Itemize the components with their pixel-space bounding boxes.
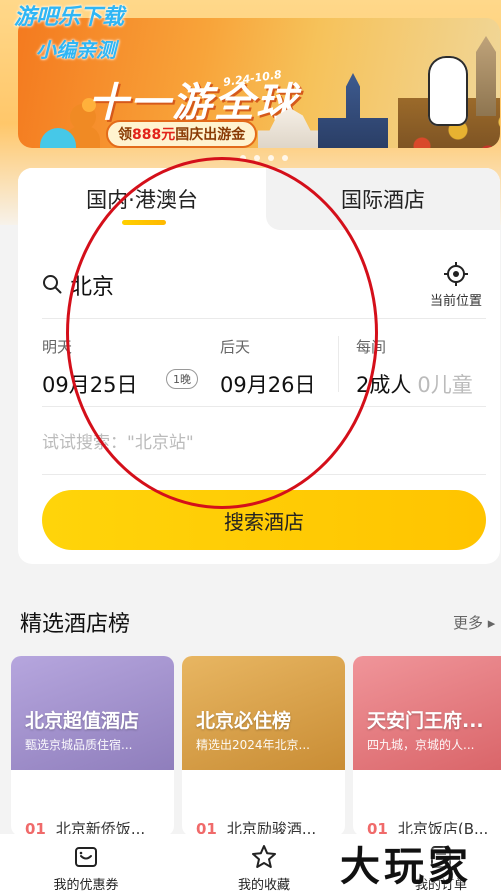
- promo-coupon-pill[interactable]: 领888元国庆出游金: [106, 120, 258, 148]
- children-count: 0儿童: [417, 373, 473, 397]
- checkout-date: 09月26日: [220, 373, 316, 397]
- ranking-card-subtitle: 四九城，京城的人...: [367, 738, 475, 752]
- checkin-date: 09月25日: [42, 373, 138, 397]
- nights-badge: 1晚: [166, 369, 198, 389]
- divider: [42, 318, 486, 319]
- pagination-dot: [268, 155, 274, 161]
- checkout-label: 后天: [220, 338, 251, 356]
- ranking-card-title: 天安门王府...: [367, 710, 484, 732]
- ranking-section-title: 精选酒店榜: [20, 612, 131, 637]
- guests-value: 2成人 0儿童: [356, 369, 473, 399]
- current-location-label[interactable]: 当前位置: [430, 290, 482, 309]
- guests-label: 每间: [356, 338, 387, 356]
- ranking-card-subtitle: 精选出2024年北京...: [196, 738, 310, 752]
- site-watermark-sub: 小编亲测: [36, 38, 116, 62]
- pill-prefix: 领: [118, 127, 132, 143]
- coupon-icon: [75, 847, 97, 867]
- divider: [42, 474, 486, 475]
- locate-icon[interactable]: [444, 262, 468, 286]
- search-icon: [43, 275, 62, 294]
- pill-amount: 888元: [132, 127, 176, 143]
- star-icon: [252, 845, 276, 868]
- ranking-card[interactable]: 天安门王府... 四九城，京城的人... 01 北京饭店(B...: [353, 656, 501, 836]
- guests-field[interactable]: 每间 2成人 0儿童: [356, 336, 473, 399]
- hotel-search-card: 国内·港澳台 国际酒店 北京 当前位置 明天 09月25日 1晚 后天 09月2…: [18, 168, 500, 564]
- keyword-search-input[interactable]: 试试搜索："北京站": [42, 428, 194, 453]
- city-search-row[interactable]: 北京 当前位置: [42, 262, 486, 309]
- ranking-card-title: 北京超值酒店: [25, 710, 140, 732]
- nav-coupons-label: 我的优惠券: [53, 878, 119, 893]
- divider: [42, 406, 486, 407]
- tab-international[interactable]: 国际酒店: [266, 168, 500, 230]
- checkin-label: 明天: [42, 338, 73, 356]
- city-field[interactable]: 北京: [70, 269, 114, 301]
- pagination-dot: [254, 155, 260, 161]
- search-hotel-button[interactable]: 搜索酒店: [42, 490, 486, 550]
- site-watermark: 游吧乐下载: [14, 5, 125, 30]
- checkin-date-field[interactable]: 明天 09月25日: [42, 336, 137, 399]
- ranking-card[interactable]: 北京必住榜 精选出2024年北京... 01 北京励骏酒...: [182, 656, 345, 836]
- nav-coupons[interactable]: 我的优惠券: [26, 834, 146, 896]
- adults-count: 2成人: [356, 373, 412, 397]
- vertical-divider: [338, 336, 339, 392]
- brand-watermark: 大玩家: [340, 843, 472, 890]
- region-tabs: 国内·港澳台 国际酒店: [18, 168, 500, 230]
- banner-pagination: [240, 155, 288, 161]
- ranking-card-subtitle: 甄选京城品质住宿...: [25, 738, 133, 752]
- clock-tower-illustration: [476, 36, 496, 116]
- nav-favorites[interactable]: 我的收藏: [204, 834, 324, 896]
- pagination-dot: [240, 155, 246, 161]
- ranking-card[interactable]: 北京超值酒店 甄选京城品质住宿... 01 北京新侨饭...: [11, 656, 174, 836]
- nav-favorites-label: 我的收藏: [237, 878, 290, 893]
- more-link[interactable]: 更多 ▸: [453, 612, 495, 633]
- traveler-illustration: [428, 56, 468, 126]
- pagination-dot: [282, 155, 288, 161]
- checkout-date-field[interactable]: 后天 09月26日: [220, 336, 315, 399]
- active-tab-indicator: [122, 220, 166, 225]
- church-illustration: [318, 73, 388, 148]
- pill-suffix: 国庆出游金: [175, 127, 246, 143]
- ranking-card-title: 北京必住榜: [196, 710, 292, 732]
